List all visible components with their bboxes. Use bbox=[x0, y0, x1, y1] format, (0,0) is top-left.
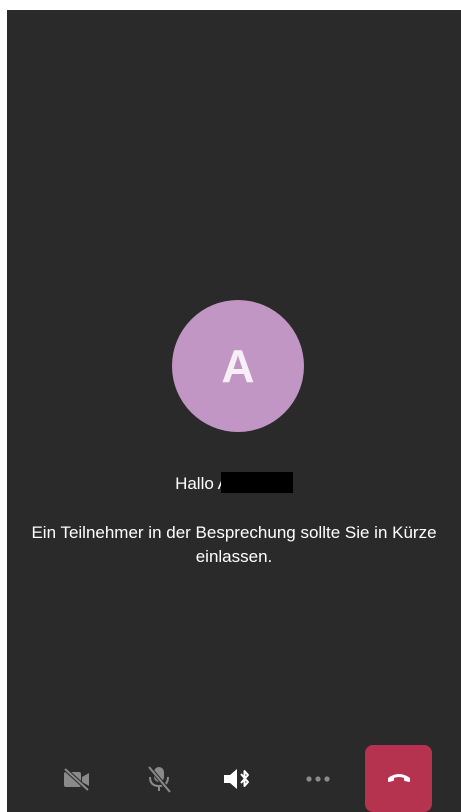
camera-toggle-button[interactable] bbox=[55, 745, 99, 812]
hang-up-button[interactable] bbox=[365, 745, 432, 812]
lobby-message: Ein Teilnehmer in der Besprechung sollte… bbox=[31, 523, 437, 566]
microphone-toggle-button[interactable] bbox=[137, 745, 181, 812]
redaction-bar bbox=[220, 472, 293, 493]
call-controls-toolbar bbox=[7, 745, 461, 812]
speaker-button[interactable] bbox=[215, 745, 259, 812]
call-lobby-screen: A Hallo A Ein Teilnehmer in der Besprech… bbox=[7, 10, 461, 812]
camera-off-icon bbox=[62, 767, 92, 791]
greeting: Hallo A bbox=[7, 472, 461, 496]
more-options-button[interactable] bbox=[296, 745, 340, 812]
avatar: A bbox=[172, 300, 304, 432]
bluetooth-speaker-icon bbox=[222, 766, 252, 792]
microphone-off-icon bbox=[146, 765, 172, 793]
more-icon bbox=[305, 775, 331, 783]
avatar-initial: A bbox=[221, 340, 255, 392]
hang-up-icon bbox=[387, 770, 411, 788]
